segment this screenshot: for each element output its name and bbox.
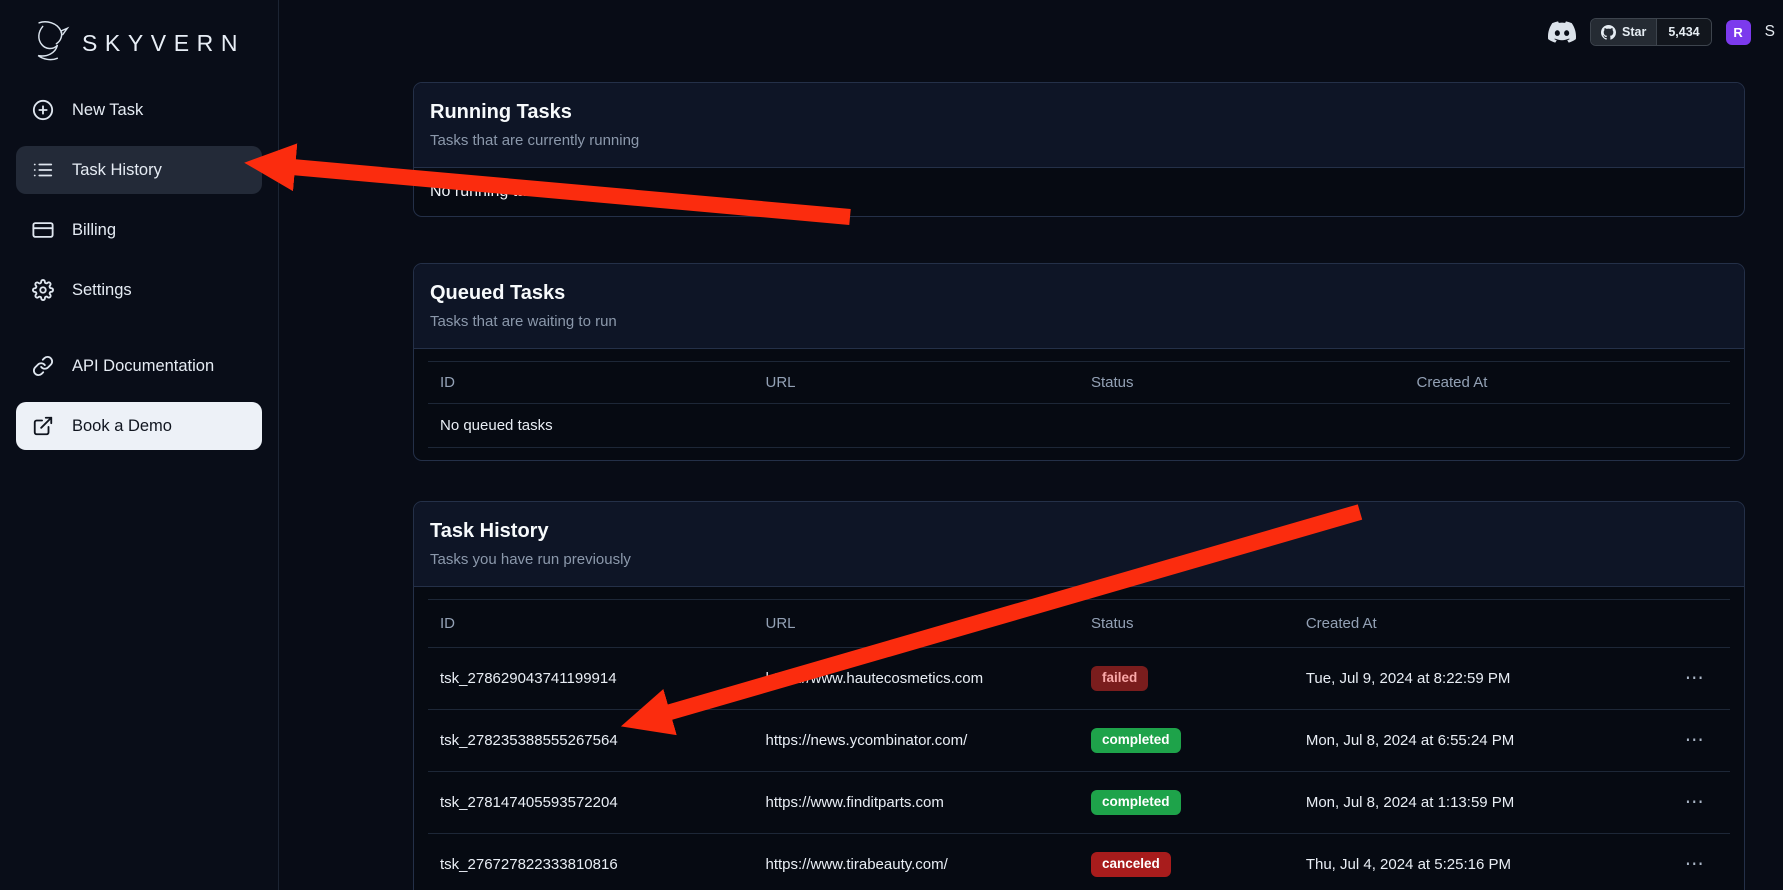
primary-nav: New Task Task History Billing Settings xyxy=(0,86,278,450)
logo-wordmark: SKYVERN xyxy=(82,30,245,57)
task-created-cell: Tue, Jul 9, 2024 at 8:22:59 PM xyxy=(1294,648,1659,710)
row-actions-button[interactable]: ⋯ xyxy=(1679,791,1710,814)
status-badge: completed xyxy=(1091,728,1181,753)
app-root: { "sidebar": { "logo": "SKYVERN", "nav":… xyxy=(0,0,1783,890)
row-actions-button[interactable]: ⋯ xyxy=(1679,667,1710,690)
gear-icon xyxy=(32,279,54,301)
task-history-body: tsk_278629043741199914 https://www.haute… xyxy=(428,648,1730,890)
main-content: Running Tasks Tasks that are currently r… xyxy=(413,0,1745,890)
discord-icon[interactable] xyxy=(1548,21,1576,43)
card-subtitle: Tasks that are currently running xyxy=(430,132,1728,149)
github-star-button[interactable]: Star 5,434 xyxy=(1590,18,1712,46)
status-badge: canceled xyxy=(1091,852,1171,877)
column-header-actions xyxy=(1658,600,1730,648)
task-created-cell: Mon, Jul 8, 2024 at 1:13:59 PM xyxy=(1294,771,1659,833)
column-header-created-at: Created At xyxy=(1294,600,1659,648)
table-row[interactable]: tsk_278629043741199914 https://www.haute… xyxy=(428,648,1730,710)
github-star-label: Star xyxy=(1622,25,1646,39)
table-row[interactable]: tsk_278235388555267564 https://news.ycom… xyxy=(428,709,1730,771)
plus-circle-icon xyxy=(32,99,54,121)
task-history-header: Task History Tasks you have run previous… xyxy=(414,502,1744,587)
task-id-cell: tsk_278235388555267564 xyxy=(428,709,754,771)
sidebar-item-label: Book a Demo xyxy=(72,417,172,436)
queued-tasks-card: Queued Tasks Tasks that are waiting to r… xyxy=(413,263,1745,461)
sidebar-item-label: Settings xyxy=(72,281,132,300)
sidebar-item-label: API Documentation xyxy=(72,357,214,376)
queued-tasks-header: Queued Tasks Tasks that are waiting to r… xyxy=(414,264,1744,349)
sidebar-item-task-history[interactable]: Task History xyxy=(16,146,262,194)
row-actions-button[interactable]: ⋯ xyxy=(1679,853,1710,876)
task-id-cell: tsk_278629043741199914 xyxy=(428,648,754,710)
task-history-table: ID URL Status Created At tsk_27862904374… xyxy=(428,599,1730,890)
running-tasks-header: Running Tasks Tasks that are currently r… xyxy=(414,83,1744,168)
column-header-id: ID xyxy=(428,600,754,648)
credit-card-icon xyxy=(32,219,54,241)
task-history-card: Task History Tasks you have run previous… xyxy=(413,501,1745,890)
sidebar-item-settings[interactable]: Settings xyxy=(16,266,262,314)
avatar[interactable]: R xyxy=(1726,20,1751,45)
column-header-id: ID xyxy=(428,362,754,404)
link-icon xyxy=(32,355,54,377)
column-header-status: Status xyxy=(1079,600,1294,648)
column-header-status: Status xyxy=(1079,362,1405,404)
book-a-demo-button[interactable]: Book a Demo xyxy=(16,402,262,450)
sidebar: SKYVERN New Task Task History Billing Se… xyxy=(0,0,279,890)
card-title: Queued Tasks xyxy=(430,282,1728,305)
task-id-cell: tsk_276727822333810816 xyxy=(428,833,754,890)
list-icon xyxy=(32,159,54,181)
sidebar-item-new-task[interactable]: New Task xyxy=(16,86,262,134)
status-badge: failed xyxy=(1091,666,1148,691)
topbar: Star 5,434 R S xyxy=(1548,18,1775,46)
table-row[interactable]: tsk_278147405593572204 https://www.findi… xyxy=(428,771,1730,833)
running-tasks-empty-message: No running tasks xyxy=(414,168,1744,216)
sidebar-item-api-documentation[interactable]: API Documentation xyxy=(16,342,262,390)
github-icon xyxy=(1601,25,1616,40)
row-actions-button[interactable]: ⋯ xyxy=(1679,729,1710,752)
task-url-cell: https://news.ycombinator.com/ xyxy=(754,709,1080,771)
task-url-cell: https://www.finditparts.com xyxy=(754,771,1080,833)
task-id-cell: tsk_278147405593572204 xyxy=(428,771,754,833)
task-created-cell: Mon, Jul 8, 2024 at 6:55:24 PM xyxy=(1294,709,1659,771)
github-star-count[interactable]: 5,434 xyxy=(1656,19,1710,45)
secondary-nav: API Documentation Book a Demo xyxy=(0,342,278,450)
profile-name-partial: S xyxy=(1765,23,1775,41)
dragon-logo-icon xyxy=(30,18,70,69)
task-created-cell: Thu, Jul 4, 2024 at 5:25:16 PM xyxy=(1294,833,1659,890)
task-url-cell: https://www.tirabeauty.com/ xyxy=(754,833,1080,890)
card-title: Running Tasks xyxy=(430,101,1728,124)
queued-tasks-table: ID URL Status Created At No queued tasks xyxy=(428,361,1730,448)
card-subtitle: Tasks you have run previously xyxy=(430,551,1728,568)
task-url-cell: https://www.hautecosmetics.com xyxy=(754,648,1080,710)
column-header-created-at: Created At xyxy=(1405,362,1731,404)
sidebar-item-label: Billing xyxy=(72,221,116,240)
column-header-url: URL xyxy=(754,362,1080,404)
card-title: Task History xyxy=(430,520,1728,543)
column-header-url: URL xyxy=(754,600,1080,648)
status-badge: completed xyxy=(1091,790,1181,815)
running-tasks-card: Running Tasks Tasks that are currently r… xyxy=(413,82,1745,217)
skyvern-logo[interactable]: SKYVERN xyxy=(0,10,278,72)
external-link-icon xyxy=(32,415,54,437)
sidebar-item-label: New Task xyxy=(72,101,143,120)
sidebar-item-label: Task History xyxy=(72,161,162,180)
queued-tasks-empty-message: No queued tasks xyxy=(428,404,1730,448)
table-row[interactable]: tsk_276727822333810816 https://www.tirab… xyxy=(428,833,1730,890)
sidebar-item-billing[interactable]: Billing xyxy=(16,206,262,254)
card-subtitle: Tasks that are waiting to run xyxy=(430,313,1728,330)
